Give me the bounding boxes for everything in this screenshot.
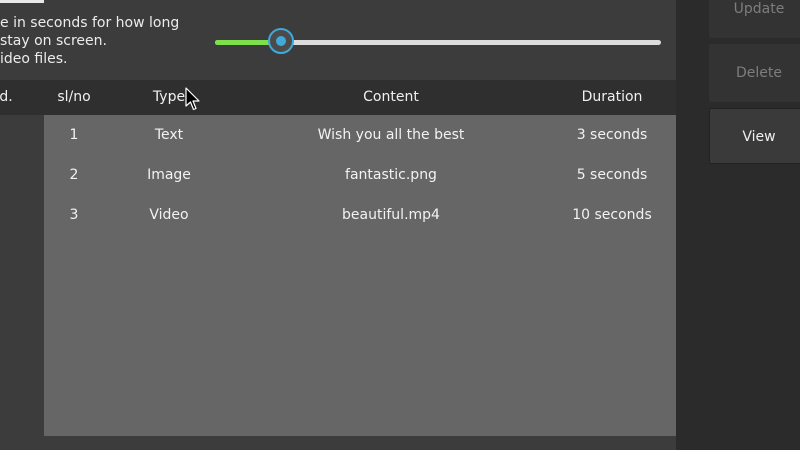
- duration-description: e in seconds for how long stay on screen…: [0, 14, 200, 68]
- items-table: d. sl/no Type Content Duration 1 Text Wi…: [0, 80, 676, 436]
- column-header-content[interactable]: Content: [280, 80, 502, 115]
- slider-handle[interactable]: [268, 28, 294, 54]
- cell-type: Text: [154, 127, 184, 143]
- view-button[interactable]: View: [709, 108, 800, 164]
- table-row[interactable]: 2 Image fantastic.png 5 seconds: [44, 155, 676, 195]
- column-header-type[interactable]: Type: [134, 80, 204, 115]
- cell-type: Image: [147, 167, 191, 183]
- app-window: e in seconds for how long stay on screen…: [0, 0, 800, 450]
- column-header-partial[interactable]: d.: [0, 80, 16, 115]
- table-body: 1 Text Wish you all the best 3 seconds 2…: [44, 115, 676, 436]
- cell-duration: 10 seconds: [572, 207, 652, 223]
- description-line-1: e in seconds for how long: [0, 15, 180, 31]
- cell-duration: 3 seconds: [576, 127, 648, 143]
- cell-slno: 3: [69, 207, 79, 223]
- table-row[interactable]: 3 Video beautiful.mp4 10 seconds: [44, 195, 676, 235]
- cell-slno: 1: [69, 127, 79, 143]
- column-header-duration[interactable]: Duration: [562, 80, 662, 115]
- delete-button[interactable]: Delete: [709, 44, 800, 102]
- column-header-slno[interactable]: sl/no: [44, 80, 104, 115]
- cell-type: Video: [149, 207, 189, 223]
- duration-slider[interactable]: [215, 28, 661, 56]
- table-row[interactable]: 1 Text Wish you all the best 3 seconds: [44, 115, 676, 155]
- cell-content: fantastic.png: [345, 167, 437, 183]
- cell-slno: 2: [69, 167, 79, 183]
- partial-input-field[interactable]: [0, 0, 44, 3]
- description-line-2: stay on screen.: [0, 33, 107, 49]
- description-line-3: ideo files.: [0, 51, 68, 67]
- action-side-panel: Update Delete View: [676, 0, 800, 450]
- cell-duration: 5 seconds: [576, 167, 648, 183]
- table-header: d. sl/no Type Content Duration: [0, 80, 676, 115]
- cell-content: Wish you all the best: [317, 127, 465, 143]
- cell-content: beautiful.mp4: [342, 207, 440, 223]
- update-button[interactable]: Update: [709, 0, 800, 38]
